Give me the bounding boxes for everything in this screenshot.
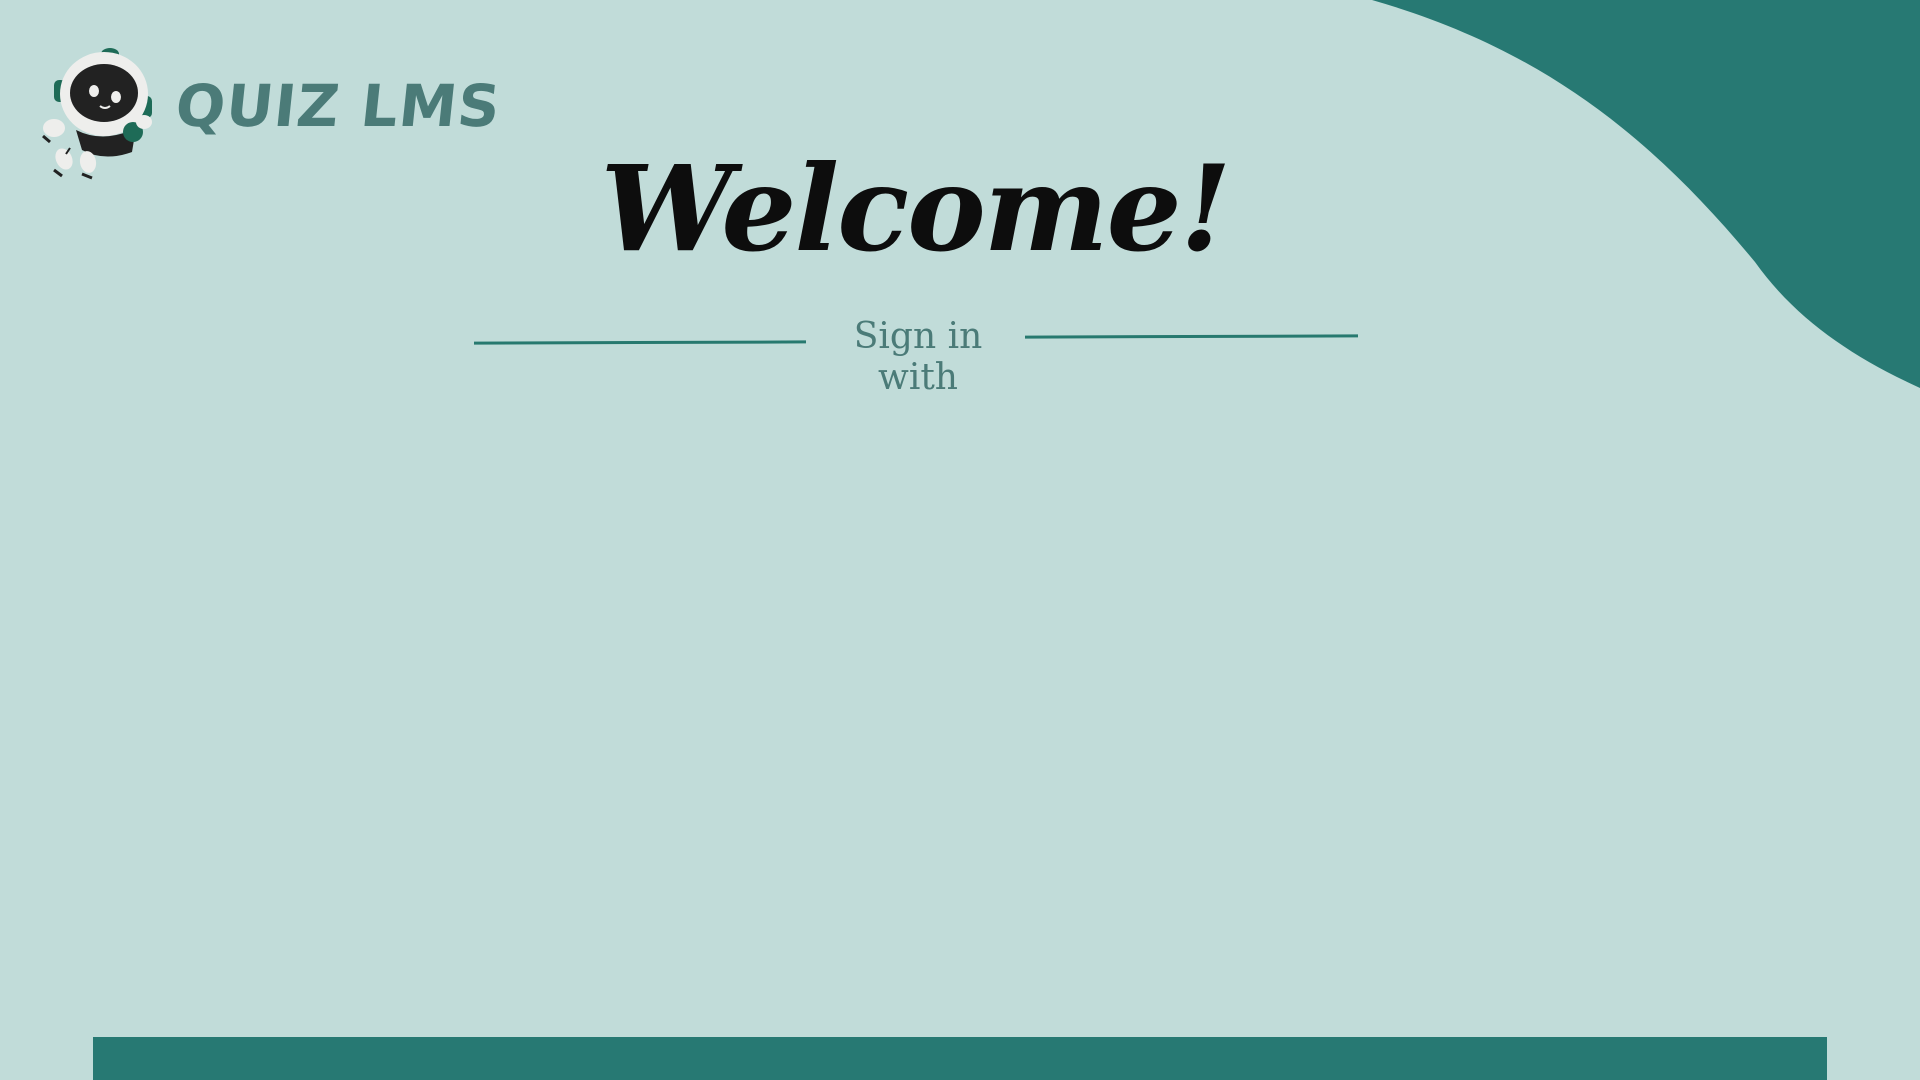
divider-line-left <box>473 340 807 345</box>
login-page: QUIZ LMS Welcome! Sign in with <box>0 0 1920 1080</box>
app-name: QUIZ LMS <box>172 72 505 140</box>
sign-in-label: Sign in with <box>853 316 983 398</box>
welcome-heading: Welcome! <box>600 139 1231 278</box>
divider-line-right <box>1024 334 1359 339</box>
sign-in-divider: Sign in with <box>473 316 1359 398</box>
bottom-panel <box>93 1037 1827 1080</box>
